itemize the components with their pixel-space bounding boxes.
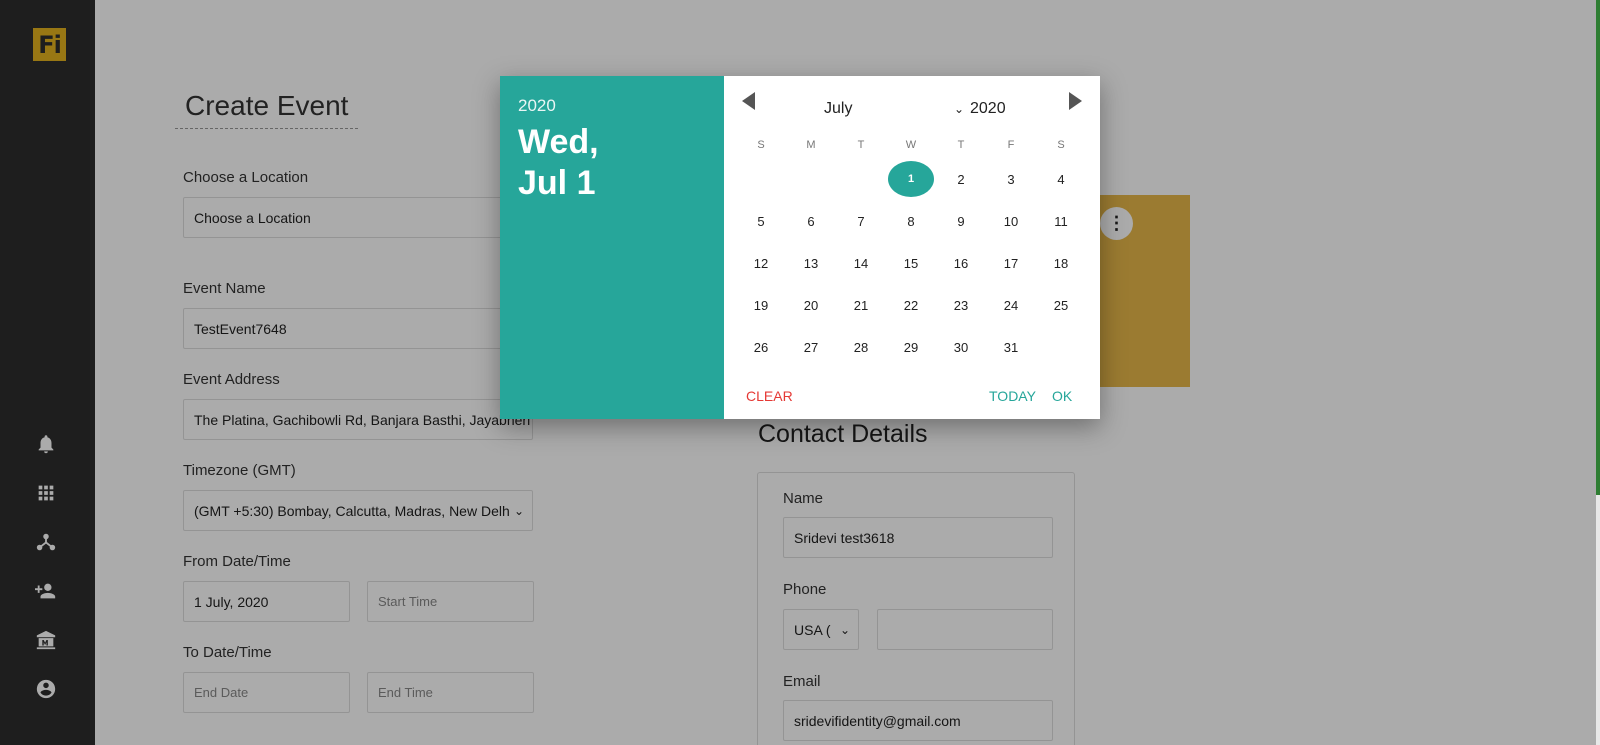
calendar-day[interactable]: 16 [938, 245, 984, 281]
calendar-day[interactable]: 15 [888, 245, 934, 281]
calendar-panel: July ⌄ 2020 SMTWTFS 1 2 3 4 5 6 7 8 9 10 11 12 13 14 1… [724, 76, 1100, 419]
calendar-day[interactable]: 24 [988, 287, 1034, 323]
calendar-day[interactable]: 18 [1038, 245, 1084, 281]
selected-day[interactable]: 1 [888, 161, 934, 197]
weekday-header: S [757, 139, 765, 151]
calendar-day[interactable]: 25 [1038, 287, 1084, 323]
calendar-day[interactable]: 13 [788, 245, 834, 281]
year-select[interactable]: 2020 [970, 100, 1006, 118]
datepicker-modal: 2020 Wed, Jul 1 July ⌄ 2020 SMTWTFS 1234… [500, 76, 1100, 419]
calendar-day[interactable]: 23 [938, 287, 984, 323]
weekday-header: T [957, 139, 965, 151]
weekday-header: F [1007, 139, 1015, 151]
month-select[interactable]: July ⌄ [824, 100, 964, 118]
calendar-day[interactable]: 11 [1038, 203, 1084, 239]
ok-button[interactable]: OK [1052, 388, 1072, 404]
header-year[interactable]: 2020 [518, 96, 706, 116]
next-month-button[interactable] [1069, 92, 1082, 110]
calendar-day[interactable]: 28 [838, 329, 884, 365]
clear-button[interactable]: CLEAR [746, 388, 793, 404]
month-value: July [824, 100, 853, 117]
weekday-header: W [905, 139, 917, 151]
datepicker-header: 2020 Wed, Jul 1 [500, 76, 724, 419]
weekday-header: T [857, 139, 865, 151]
calendar-day[interactable]: 5 [738, 203, 784, 239]
today-button[interactable]: TODAY [989, 388, 1036, 404]
calendar-day[interactable]: 20 [788, 287, 834, 323]
calendar-day[interactable]: 4 [1038, 161, 1084, 197]
calendar-day[interactable]: 14 [838, 245, 884, 281]
calendar-day[interactable]: 19 [738, 287, 784, 323]
calendar-day[interactable]: 8 [888, 203, 934, 239]
calendar-day[interactable]: 9 [938, 203, 984, 239]
weekday-header: M [806, 139, 816, 151]
calendar-day[interactable]: 2 [938, 161, 984, 197]
calendar-day[interactable]: 27 [788, 329, 834, 365]
calendar-day[interactable]: 12 [738, 245, 784, 281]
calendar-day[interactable]: 10 [988, 203, 1034, 239]
calendar-day[interactable]: 7 [838, 203, 884, 239]
calendar-day[interactable]: 26 [738, 329, 784, 365]
calendar-day[interactable]: 6 [788, 203, 834, 239]
chevron-down-icon: ⌄ [953, 102, 964, 116]
calendar-day[interactable]: 22 [888, 287, 934, 323]
calendar-day[interactable]: 3 [988, 161, 1034, 197]
calendar-day[interactable]: 17 [988, 245, 1034, 281]
calendar-day[interactable]: 21 [838, 287, 884, 323]
calendar-day[interactable]: 30 [938, 329, 984, 365]
calendar-day[interactable]: 31 [988, 329, 1034, 365]
scrollbar-thumb[interactable] [1596, 0, 1600, 495]
weekday-header: S [1057, 139, 1065, 151]
calendar-day[interactable]: 29 [888, 329, 934, 365]
header-date: Jul 1 [518, 164, 596, 202]
header-day: Wed, [518, 123, 599, 161]
prev-month-button[interactable] [742, 92, 755, 110]
